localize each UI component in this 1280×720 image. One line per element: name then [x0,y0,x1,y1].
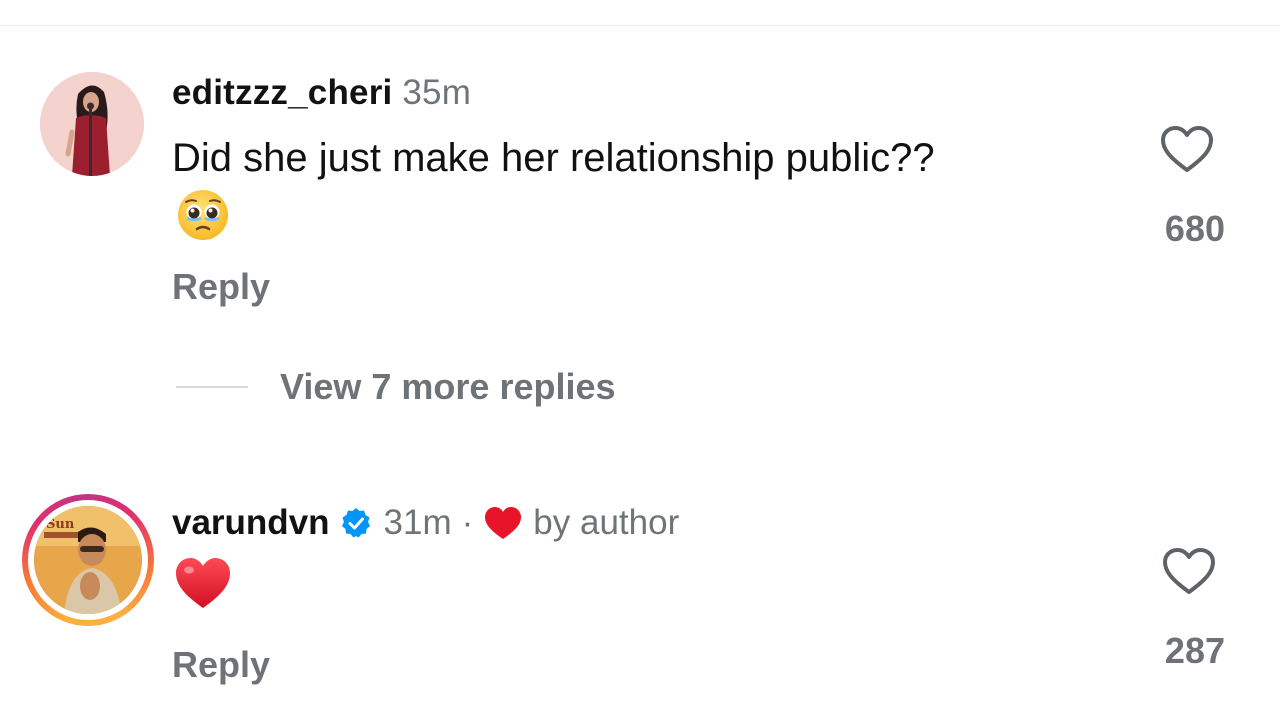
comment-header: editzzz_cheri 35m [172,73,471,113]
comment-header: varundvn 31m · by author [172,502,679,544]
view-more-replies[interactable]: View 7 more replies [176,366,616,408]
liked-by-author-heart-icon [485,507,522,539]
verified-badge-icon [341,508,370,538]
reply-button[interactable]: Reply [172,266,270,308]
like-count: 680 [1164,208,1225,249]
avatar: Sun [34,506,142,614]
top-divider [0,25,1280,26]
heart-outline-icon [1161,126,1213,172]
username[interactable]: editzzz_cheri [172,73,392,112]
view-more-replies-label: View 7 more replies [280,366,616,407]
timestamp: 35m [402,73,472,112]
heart-outline-icon [1163,548,1215,594]
liked-by-author-label: by author [533,503,680,542]
avatar-story-ring[interactable]: Sun [22,494,154,626]
like-count: 287 [1164,630,1225,671]
comment-text: Did she just make her relationship publi… [172,136,935,180]
username[interactable]: varundvn [172,503,330,543]
timestamp: 31m [383,503,452,542]
avatar-image [40,72,144,176]
reply-button[interactable]: Reply [172,644,270,686]
like-button[interactable] [1159,124,1215,174]
avatar[interactable] [40,72,144,176]
like-button[interactable] [1161,546,1217,596]
pleading-face-icon [178,190,228,240]
separator-dot: · [461,503,474,542]
red-heart-icon [176,558,230,608]
avatar-image: Sun [34,506,142,614]
replies-divider-line [176,386,248,388]
